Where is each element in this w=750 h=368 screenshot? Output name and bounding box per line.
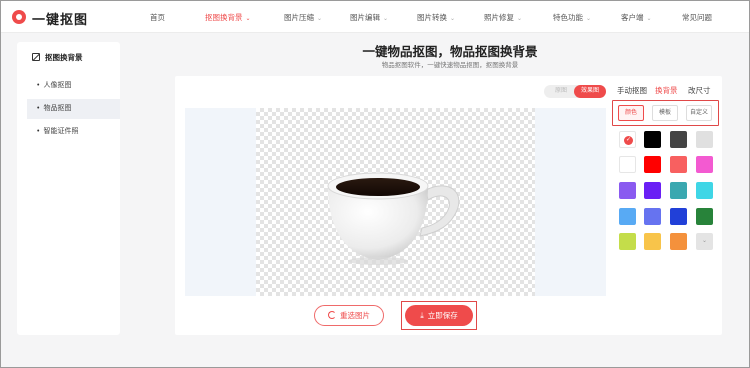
nav-item-label: 常见问题 (682, 13, 712, 22)
cup-image (327, 172, 460, 265)
cutout-icon (32, 53, 40, 61)
color-swatch[interactable] (670, 131, 687, 148)
refresh-icon (328, 311, 336, 319)
nav-item-faq[interactable]: 常见问题 (682, 12, 712, 23)
sidebar-title: 抠图换背景 (32, 52, 83, 63)
nav-item-image-compress[interactable]: 图片压缩 ⌄ (284, 12, 322, 23)
color-swatch[interactable] (670, 156, 687, 173)
sidebar: 抠图换背景 人像抠图 物品抠图 智能证件照 (17, 42, 120, 335)
nav-item-label: 客户端 (621, 13, 644, 22)
color-swatch[interactable] (696, 208, 713, 225)
color-swatch[interactable] (670, 182, 687, 199)
nav-item-photo-repair[interactable]: 照片修复 ⌄ (484, 12, 522, 23)
nav-item-features[interactable]: 特色功能 ⌄ (553, 12, 591, 23)
color-swatch[interactable] (644, 182, 661, 199)
nav-item-label: 图片压缩 (284, 13, 314, 22)
option-custom[interactable]: 自定义 (686, 105, 712, 121)
color-swatch[interactable] (619, 182, 636, 199)
color-swatch[interactable] (696, 156, 713, 173)
more-colors-chevron-icon[interactable]: ⌄ (696, 233, 713, 250)
chevron-down-icon: ⌄ (383, 16, 389, 22)
nav-item-label: 图片转换 (417, 13, 447, 22)
color-swatch[interactable] (670, 233, 687, 250)
chevron-down-icon: ⌄ (450, 16, 456, 22)
page-title: 一键物品抠图，物品抠图换背景 (362, 45, 538, 59)
sidebar-item-portrait-cutout[interactable]: 人像抠图 (27, 76, 120, 96)
download-icon: ⤓ (420, 311, 424, 320)
color-swatch[interactable] (619, 156, 636, 173)
chevron-down-icon: ⌄ (586, 16, 592, 22)
color-swatch[interactable] (696, 182, 713, 199)
color-swatch[interactable] (644, 208, 661, 225)
option-color[interactable]: 颜色 (618, 105, 644, 121)
nav-item-label: 照片修复 (484, 13, 514, 22)
page-subtitle: 物品抠图软件，一键快速物品抠图，抠图换背景 (381, 62, 519, 69)
save-now-button[interactable]: ⤓ 立即保存 (405, 305, 473, 326)
color-swatch[interactable] (644, 131, 661, 148)
color-swatch[interactable] (644, 233, 661, 250)
tab-manual-cutout[interactable]: 手动抠图 (617, 85, 647, 96)
color-swatch[interactable] (670, 208, 687, 225)
toggle-original[interactable]: 原图 (548, 87, 574, 96)
chevron-down-icon: ⌄ (517, 16, 523, 22)
color-swatch-selected[interactable]: ✓ (619, 131, 636, 148)
option-template[interactable]: 模板 (652, 105, 678, 121)
nav-item-label: 抠图换背景 (205, 13, 243, 22)
chevron-down-icon: ⌄ (317, 16, 323, 22)
check-icon: ✓ (624, 136, 633, 145)
color-swatch[interactable] (696, 131, 713, 148)
logo-circle-icon[interactable] (12, 10, 26, 24)
sidebar-item-object-cutout[interactable]: 物品抠图 (27, 99, 120, 119)
nav-item-client[interactable]: 客户端 ⌄ (621, 12, 652, 23)
nav-item-cutout-background[interactable]: 抠图换背景 ⌄ (205, 12, 251, 23)
brand-name[interactable]: 一键抠图 (32, 9, 88, 28)
tab-change-background[interactable]: 换背景 (655, 85, 678, 101)
chevron-down-icon: ⌄ (646, 16, 652, 22)
toggle-result[interactable]: 效果图 (574, 85, 606, 98)
nav-item-image-convert[interactable]: 图片转换 ⌄ (417, 12, 455, 23)
sidebar-item-id-photo[interactable]: 智能证件照 (27, 122, 120, 142)
nav-item-label: 首页 (150, 13, 165, 22)
color-swatch[interactable] (644, 156, 661, 173)
color-swatch[interactable] (619, 208, 636, 225)
nav-item-label: 特色功能 (553, 13, 583, 22)
chevron-down-icon: ⌄ (245, 16, 251, 22)
nav-item-label: 图片编辑 (350, 13, 380, 22)
nav-item-home[interactable]: 首页 (150, 12, 165, 23)
tab-resize[interactable]: 改尺寸 (688, 85, 711, 96)
reselect-image-button[interactable]: 重选图片 (314, 305, 384, 326)
top-nav: 一键抠图 首页 抠图换背景 ⌄ 图片压缩 ⌄ 图片编辑 ⌄ 图片转换 ⌄ 照片修复 ⌄ 特色功能 ⌄ 客户… (1, 1, 749, 33)
color-swatch[interactable] (619, 233, 636, 250)
nav-item-image-edit[interactable]: 图片编辑 ⌄ (350, 12, 388, 23)
